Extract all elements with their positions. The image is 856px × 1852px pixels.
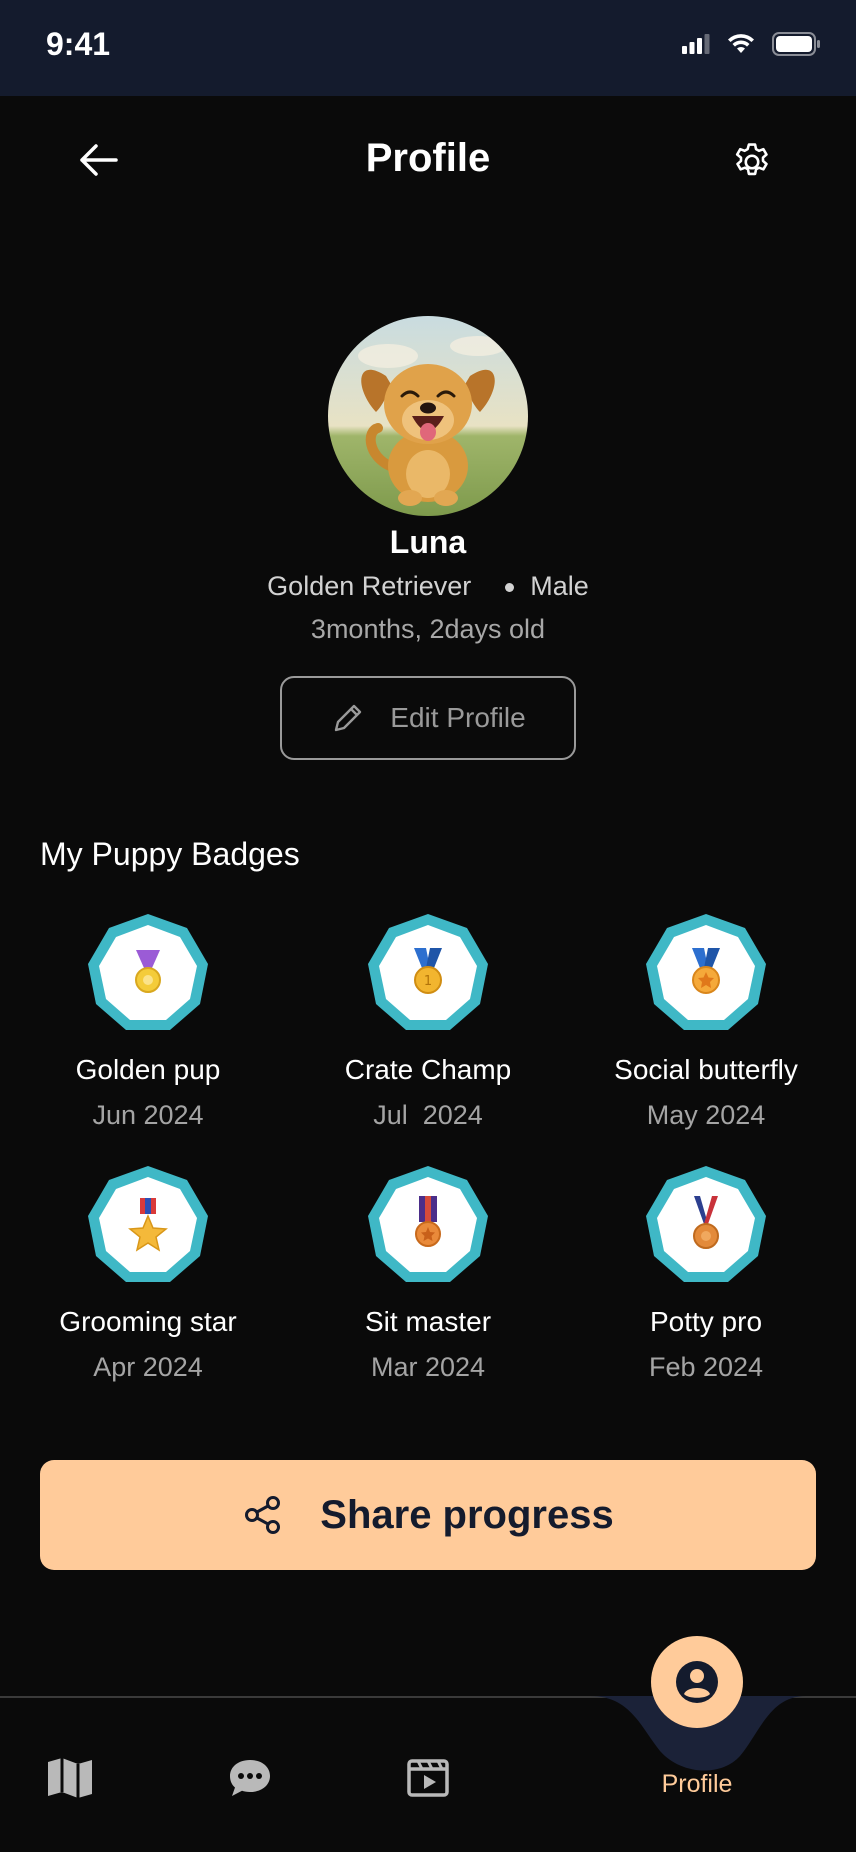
badge-date: Feb 2024	[648, 1352, 764, 1382]
status-bar: 9:41	[0, 0, 856, 96]
signal-icon	[682, 34, 710, 54]
map-icon	[48, 1758, 92, 1798]
badge-name: Grooming star	[59, 1306, 237, 1337]
medal-bronze-ribbon-icon	[646, 1166, 766, 1282]
medal-blue-ribbon-icon: 1	[368, 914, 488, 1030]
separator-dot	[505, 583, 515, 593]
pet-age: 3months, 2days old	[310, 614, 546, 644]
battery-icon	[772, 32, 820, 56]
wifi-icon	[728, 34, 754, 53]
badge-date: May 2024	[646, 1100, 766, 1130]
medal-purple-stripe-icon	[368, 1166, 488, 1282]
tab-profile[interactable]	[651, 1636, 743, 1728]
badge-date: Apr 2024	[93, 1352, 203, 1382]
share-icon	[245, 1496, 281, 1534]
pet-meta: Golden Retriever Male	[0, 571, 856, 602]
tab-map[interactable]	[46, 1754, 94, 1802]
medal-star-military-icon	[88, 1166, 208, 1282]
status-icons	[682, 32, 820, 56]
tab-chat[interactable]	[226, 1754, 274, 1802]
status-time: 9:41	[46, 26, 111, 62]
video-icon	[407, 1759, 449, 1797]
badge-name: Golden pup	[75, 1054, 221, 1085]
badge-name: Social butterfly	[614, 1054, 798, 1085]
badge-name: Sit master	[364, 1306, 492, 1337]
gear-icon	[735, 143, 768, 176]
pet-sex: Male	[530, 571, 589, 601]
medal-star-blue-ribbon-icon	[646, 914, 766, 1030]
badge-item[interactable]: Sit master Mar 2024	[298, 1164, 558, 1383]
tab-profile-label[interactable]: Profile	[620, 1770, 774, 1799]
svg-text:1: 1	[424, 974, 432, 989]
badge-date: Mar 2024	[370, 1352, 486, 1382]
badge-name: Crate Champ	[344, 1054, 512, 1085]
badge-date: Jul 2024	[373, 1100, 483, 1130]
edit-profile-button[interactable]: Edit Profile	[280, 676, 576, 760]
medal-purple-ribbon-icon	[88, 914, 208, 1030]
badge-item[interactable]: Potty pro Feb 2024	[576, 1164, 836, 1383]
pet-breed: Golden Retriever	[267, 571, 472, 601]
share-progress-label: Share progress	[320, 1492, 614, 1537]
puppy-illustration	[328, 316, 528, 516]
tab-video[interactable]	[404, 1754, 452, 1802]
pet-avatar	[328, 316, 528, 516]
settings-button[interactable]	[730, 140, 774, 184]
edit-profile-label: Edit Profile	[390, 702, 526, 733]
badge-name: Potty pro	[649, 1306, 763, 1337]
pencil-icon	[335, 704, 362, 732]
badge-date: Jun 2024	[92, 1100, 204, 1130]
page-title: Profile	[365, 136, 491, 180]
pet-name: Luna	[389, 524, 467, 560]
profile-icon	[676, 1661, 718, 1703]
badge-item[interactable]: Social butterfly May 2024	[576, 912, 836, 1131]
badge-item[interactable]: Golden pup Jun 2024	[18, 912, 278, 1131]
badge-item[interactable]: 1 Crate Champ Jul 2024	[298, 912, 558, 1131]
chat-icon	[230, 1760, 270, 1796]
badge-item[interactable]: Grooming star Apr 2024	[18, 1164, 278, 1383]
badges-section-title: My Puppy Badges	[40, 836, 300, 872]
share-progress-button[interactable]: Share progress	[40, 1460, 816, 1570]
header: Profile	[0, 96, 856, 226]
